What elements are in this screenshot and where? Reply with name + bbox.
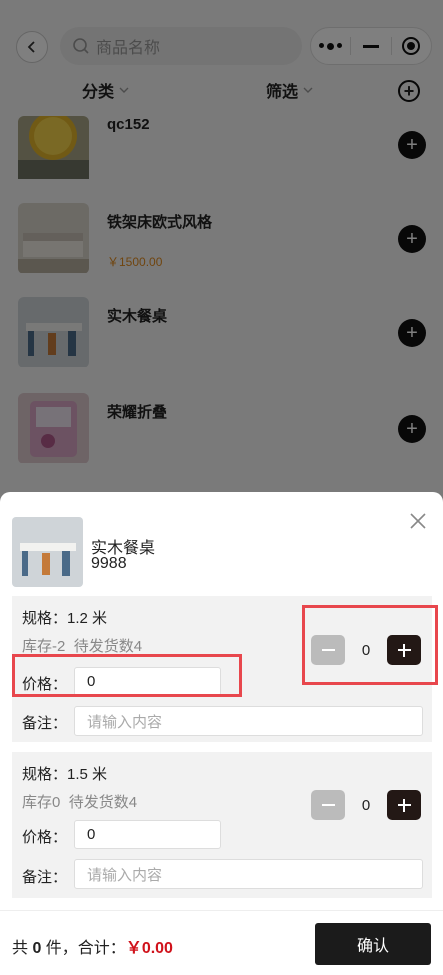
price-input[interactable]: 0	[74, 820, 221, 849]
product-thumbnail	[12, 517, 83, 587]
note-label: 备注：	[22, 869, 68, 886]
stock-info: 库存-2 待发货数4	[22, 638, 143, 655]
highlight-box-stepper	[302, 605, 438, 685]
quantity-stepper: 0	[311, 790, 421, 820]
note-label: 备注：	[22, 715, 68, 732]
confirm-button[interactable]: 确认	[315, 923, 431, 965]
spec-label: 规格：1.2 米	[22, 610, 108, 627]
total-amount: ￥0.00	[125, 940, 173, 957]
stock-info: 库存0 待发货数4	[22, 794, 138, 811]
close-icon[interactable]	[407, 510, 429, 532]
spec-selection-sheet: 实木餐桌 9988 规格：1.2 米 库存-2 待发货数4 价格： 0 备注： …	[0, 492, 443, 975]
price-label: 价格：	[22, 829, 68, 846]
spec-row: 规格：1.5 米 库存0 待发货数4 价格： 0 备注： 请输入内容 0	[12, 752, 432, 898]
note-input[interactable]: 请输入内容	[74, 859, 423, 889]
increment-button[interactable]	[387, 790, 421, 820]
sheet-product-code: 9988	[91, 555, 127, 572]
sheet-footer: 共 0 件，合计：￥0.00 确认	[0, 910, 443, 975]
spec-label: 规格：1.5 米	[22, 766, 108, 783]
highlight-box-price	[12, 654, 242, 697]
note-input[interactable]: 请输入内容	[74, 706, 423, 736]
decrement-button[interactable]	[311, 790, 345, 820]
quantity-value: 0	[361, 796, 371, 814]
order-total: 共 0 件，合计：￥0.00	[12, 940, 173, 957]
